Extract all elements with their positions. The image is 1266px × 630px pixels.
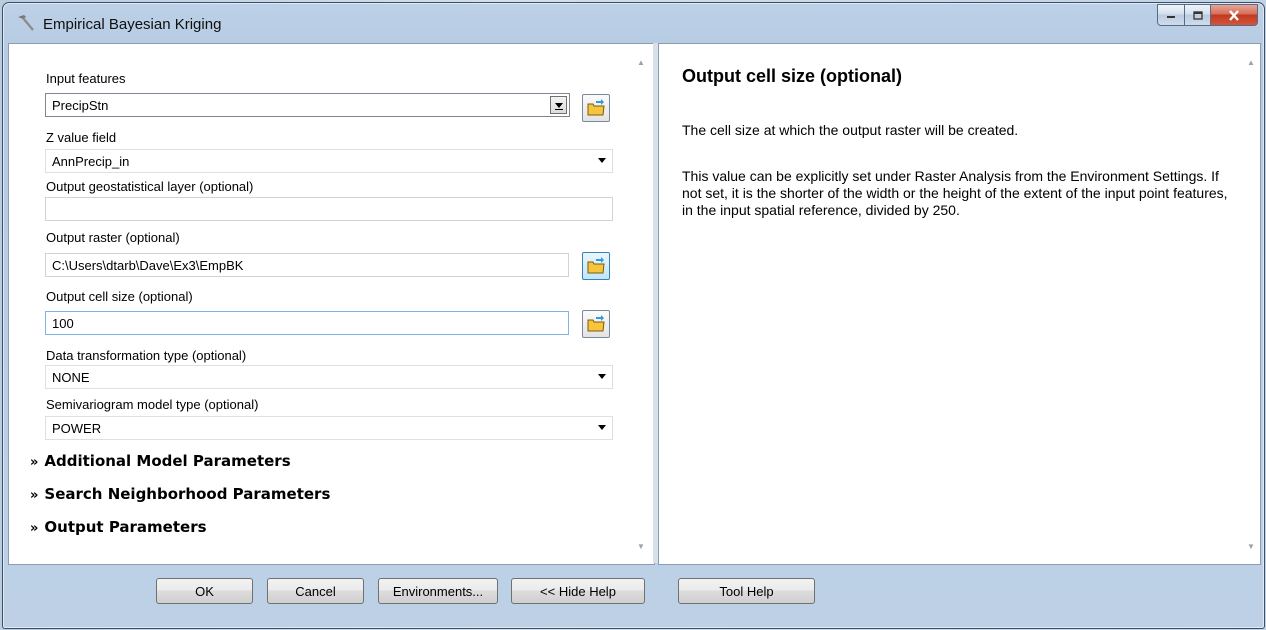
section-label: Additional Model Parameters — [44, 452, 291, 470]
dropdown-button[interactable] — [550, 96, 567, 114]
z-value-field-combo[interactable]: AnnPrecip_in — [45, 149, 613, 173]
data-transformation-value: NONE — [52, 370, 90, 385]
scroll-up-icon[interactable]: ▲ — [637, 58, 645, 67]
output-geostat-layer-label: Output geostatistical layer (optional) — [46, 179, 254, 194]
data-transformation-label: Data transformation type (optional) — [46, 348, 247, 363]
window-title: Empirical Bayesian Kriging — [43, 16, 222, 33]
close-icon — [1229, 9, 1239, 21]
output-cell-size-label: Output cell size (optional) — [46, 289, 193, 304]
section-label: Search Neighborhood Parameters — [44, 485, 331, 503]
help-paragraph-1: The cell size at which the output raster… — [682, 122, 1019, 138]
maximize-icon — [1192, 10, 1203, 20]
output-raster-input[interactable]: C:\Users\dtarb\Dave\Ex3\EmpBK — [45, 253, 569, 277]
help-scrollbar[interactable]: ▲ ▼ — [1245, 48, 1259, 560]
input-features-value: PrecipStn — [52, 98, 109, 113]
chevron-down-icon — [598, 374, 606, 379]
minimize-icon — [1167, 16, 1175, 18]
semivariogram-model-combo[interactable]: POWER — [45, 416, 613, 440]
section-additional-model-parameters[interactable]: » Additional Model Parameters — [30, 452, 291, 470]
minimize-button[interactable] — [1157, 4, 1185, 26]
browse-cell-size-button[interactable] — [582, 310, 610, 338]
tool-help-button[interactable]: Tool Help — [678, 578, 815, 604]
maximize-button[interactable] — [1185, 4, 1211, 26]
data-transformation-combo[interactable]: NONE — [45, 365, 613, 389]
folder-icon — [587, 99, 605, 116]
title-bar[interactable]: Empirical Bayesian Kriging — [3, 3, 1264, 41]
chevron-down-icon — [598, 158, 606, 163]
folder-icon — [587, 315, 605, 332]
double-chevron-down-icon: » — [30, 521, 39, 536]
folder-icon — [587, 257, 605, 274]
input-features-combo[interactable]: PrecipStn — [45, 93, 570, 117]
output-raster-label: Output raster (optional) — [46, 230, 180, 245]
scroll-down-icon[interactable]: ▼ — [637, 542, 645, 551]
parameters-scrollbar[interactable]: ▲ ▼ — [635, 48, 649, 560]
ok-button[interactable]: OK — [156, 578, 253, 604]
double-chevron-down-icon: » — [30, 488, 39, 503]
scroll-down-icon[interactable]: ▼ — [1247, 542, 1255, 551]
cancel-button[interactable]: Cancel — [267, 578, 364, 604]
help-title: Output cell size (optional) — [682, 66, 902, 86]
help-paragraph-2: This value can be explicitly set under R… — [682, 168, 1228, 218]
section-search-neighborhood-parameters[interactable]: » Search Neighborhood Parameters — [30, 485, 330, 503]
hide-help-button[interactable]: << Hide Help — [511, 578, 645, 604]
z-value-field-value: AnnPrecip_in — [52, 154, 130, 169]
section-label: Output Parameters — [44, 518, 207, 536]
close-button[interactable] — [1211, 4, 1258, 26]
input-features-label: Input features — [46, 71, 126, 86]
chevron-down-icon — [598, 425, 606, 430]
z-value-field-label: Z value field — [46, 130, 117, 145]
scroll-up-icon[interactable]: ▲ — [1247, 58, 1255, 67]
semivariogram-model-label: Semivariogram model type (optional) — [46, 397, 259, 412]
section-output-parameters[interactable]: » Output Parameters — [30, 518, 207, 536]
output-cell-size-input[interactable]: 100 — [45, 311, 569, 335]
browse-input-features-button[interactable] — [582, 94, 610, 122]
environments-button[interactable]: Environments... — [378, 578, 498, 604]
hammer-icon — [18, 15, 34, 31]
double-chevron-down-icon: » — [30, 455, 39, 470]
output-geostat-layer-input[interactable] — [45, 197, 613, 221]
browse-output-raster-button[interactable] — [582, 252, 610, 280]
semivariogram-model-value: POWER — [52, 421, 102, 436]
